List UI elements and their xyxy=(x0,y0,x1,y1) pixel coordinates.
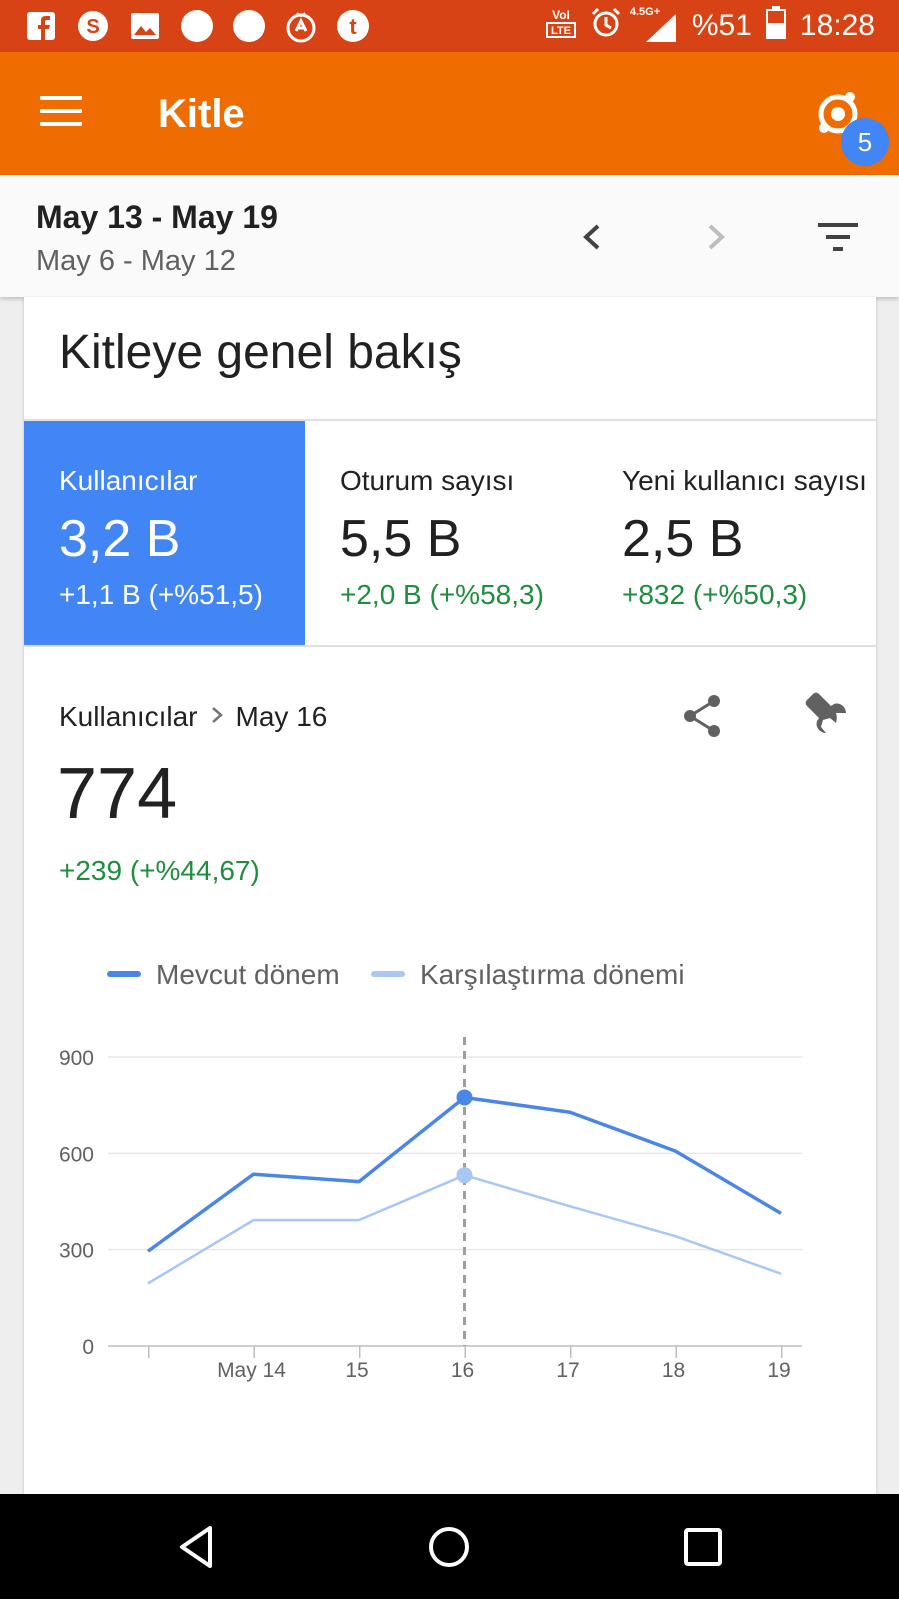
svg-text:LTE: LTE xyxy=(551,25,571,37)
battery-level: %51 xyxy=(691,9,752,42)
legend-label: Mevcut dönem xyxy=(156,959,340,990)
signal-icon: 4.5G+ xyxy=(630,6,678,44)
image-icon xyxy=(128,9,162,43)
home-icon[interactable] xyxy=(424,1522,474,1572)
x-tick-label: May 14 xyxy=(217,1359,286,1382)
svg-text:S: S xyxy=(86,16,99,38)
comparison-selected-point xyxy=(456,1167,473,1184)
current-date-range[interactable]: May 13 - May 19 xyxy=(36,199,278,236)
back-icon[interactable] xyxy=(172,1522,222,1572)
alarm-icon xyxy=(590,6,622,46)
app-bar: Kitle xyxy=(0,52,899,175)
circle-notification-icon xyxy=(232,9,266,43)
y-tick-label: 300 xyxy=(59,1240,94,1263)
battery-icon xyxy=(765,5,786,47)
x-tick-label: 16 xyxy=(451,1359,474,1382)
comparison-date-range[interactable]: May 6 - May 12 xyxy=(36,245,236,278)
facebook-icon xyxy=(24,9,58,43)
page-title: Kitle xyxy=(158,92,245,136)
previous-period-button[interactable] xyxy=(573,217,613,257)
system-navigation-bar xyxy=(0,1494,899,1599)
next-period-button[interactable] xyxy=(696,217,736,257)
users-line-chart[interactable]: Mevcut dönem Karşılaştırma dönemi 900 600 30… xyxy=(24,297,876,1495)
recents-icon[interactable] xyxy=(678,1522,728,1572)
current-selected-point xyxy=(456,1089,473,1106)
skype-icon: S xyxy=(76,9,110,43)
tumblr-icon: t xyxy=(336,9,370,43)
date-range-bar[interactable]: May 13 - May 19 May 6 - May 12 xyxy=(0,175,899,297)
audience-overview-card: Kitleye genel bakış Kullanıcılar 3,2 B +… xyxy=(24,297,876,1495)
y-tick-label: 0 xyxy=(82,1336,94,1359)
x-tick-label: 15 xyxy=(345,1359,368,1382)
y-tick-label: 900 xyxy=(59,1047,94,1070)
status-bar: S t VoI LTE 4.5G+ %51 18:28 xyxy=(0,0,899,52)
svg-text:VoI: VoI xyxy=(552,8,570,22)
svg-text:t: t xyxy=(349,14,357,39)
notification-badge[interactable]: 5 xyxy=(841,118,889,166)
volte-icon: VoI LTE xyxy=(545,5,576,47)
x-tick-label: 19 xyxy=(767,1359,790,1382)
x-tick-label: 17 xyxy=(556,1359,579,1382)
y-tick-label: 600 xyxy=(59,1143,94,1166)
circle-notification-icon xyxy=(180,9,214,43)
system-status: VoI LTE 4.5G+ %51 18:28 xyxy=(545,5,875,47)
menu-icon[interactable] xyxy=(40,96,82,128)
legend-label: Karşılaştırma dönemi xyxy=(420,959,685,990)
clock: 18:28 xyxy=(799,9,875,42)
app-notification-icon xyxy=(284,9,318,43)
filter-icon[interactable] xyxy=(818,217,858,257)
x-tick-label: 18 xyxy=(662,1359,685,1382)
notification-icons: S t xyxy=(24,9,370,43)
